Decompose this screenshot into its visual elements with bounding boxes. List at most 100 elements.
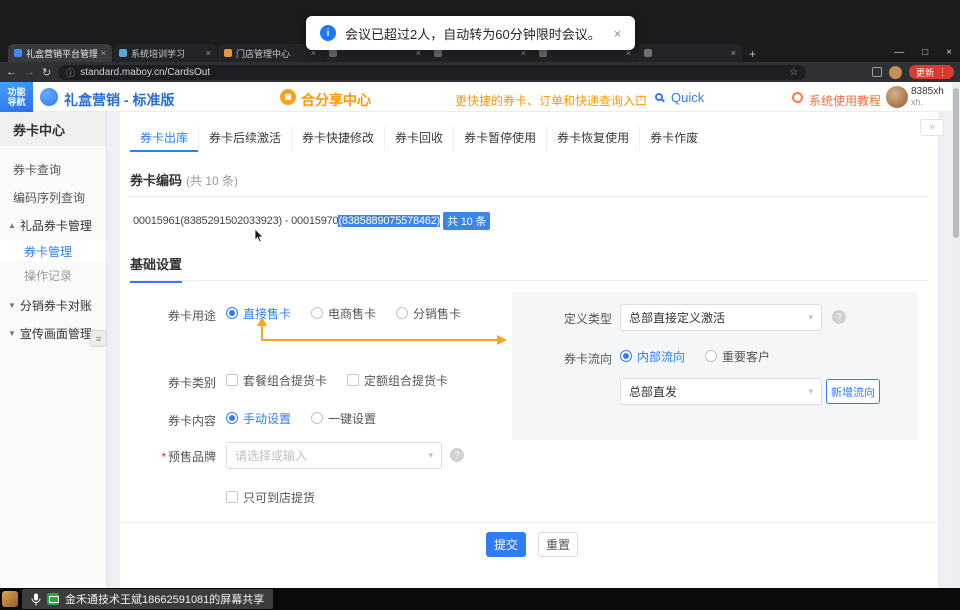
radio-ecommerce-sale[interactable]: 电商售卡 [311,304,376,322]
window-close-button[interactable]: × [946,47,952,58]
section-title: 基础设置 [130,254,182,283]
section-title: 券卡编码 [130,173,182,188]
sidebar-item-label: 分销券卡对账 [20,297,92,314]
tab-close-icon[interactable]: × [101,48,106,58]
sidebar-item-code-sequence-query[interactable]: 编码序列查询 [0,186,106,208]
tab-close-icon[interactable]: × [731,48,736,58]
tab-title: 礼盒营销平台管理中心 [26,47,97,60]
search-icon[interactable] [655,93,663,101]
tab-close-icon[interactable]: × [206,48,211,58]
user-avatar[interactable] [886,86,908,108]
meeting-toast: i 会议已超过2人，自动转为60分钟限时会议。 × [306,16,635,50]
browser-menu-icon[interactable]: ⋮ [938,67,947,78]
code-selected-text: (8385889075578462) [338,215,440,227]
tab-favicon-icon [644,49,652,57]
submit-button[interactable]: 提交 [486,532,526,557]
app-logo[interactable]: 功能 导航 [0,82,33,112]
panel-collapse-button[interactable]: » [920,119,944,136]
refresh-button[interactable]: ↻ [42,66,51,79]
page-scrollbar[interactable] [952,82,960,588]
add-flow-button[interactable]: 新增流向 [826,379,880,404]
browser-profile-avatar[interactable] [889,66,902,79]
flow-select[interactable]: 总部直发 ▾ [620,378,822,405]
share-center-icon [280,89,296,105]
browser-update-button[interactable]: 更新 ⋮ [909,65,954,79]
tab-cards-activate[interactable]: 券卡后续激活 [198,125,291,152]
bookmark-star-icon[interactable]: ☆ [789,67,798,78]
window-maximize-button[interactable]: □ [922,47,928,58]
caret-up-icon: ▲ [8,221,16,230]
tab-favicon-icon [329,49,337,57]
checkbox-icon[interactable] [226,491,238,503]
radio-internal-flow[interactable]: 内部流向 [620,347,685,365]
sidebar-collapse-handle[interactable]: ≡ [90,330,107,347]
brand-select[interactable]: 请选择或输入 ▾ [226,442,442,469]
radio-distribution-sale[interactable]: 分销售卡 [396,304,461,322]
radio-important-customer[interactable]: 重要客户 [705,347,770,365]
quick-search-link[interactable]: Quick [671,90,704,105]
required-asterisk: * [161,450,166,464]
radio-icon[interactable] [396,307,408,319]
tab-favicon-icon [14,49,22,57]
forward-button[interactable]: → [24,66,35,78]
radio-manual-setting[interactable]: 手动设置 [226,409,291,427]
reset-button[interactable]: 重置 [538,532,578,557]
radio-icon[interactable] [311,412,323,424]
option-label: 一键设置 [328,410,376,427]
tab-cards-resume[interactable]: 券卡恢复使用 [546,125,639,152]
tab-cards-void[interactable]: 券卡作废 [639,125,708,152]
brand-help-icon[interactable]: ? [450,448,464,462]
definition-panel: 定义类型 总部直接定义激活 ▾ ? 券卡流向 内部流向 重要客户 总部直发 ▾ [512,292,918,440]
checkbox-icon[interactable] [347,374,359,386]
back-button[interactable]: ← [6,66,17,78]
sidebar-group-distribution-reconcile[interactable]: ▼ 分销券卡对账 [0,294,106,316]
store-pickup-row: 只可到店提货 [226,488,335,506]
browser-tab[interactable]: × [638,44,742,62]
browser-tab-training[interactable]: 系统培训学习 × [113,44,217,62]
tab-cards-recycle[interactable]: 券卡回收 [384,125,453,152]
define-type-select[interactable]: 总部直接定义激活 ▾ [620,304,822,331]
define-type-help-icon[interactable]: ? [832,310,846,324]
browser-tab-main[interactable]: 礼盒营销平台管理中心 × [8,44,112,62]
sidebar-item-card-mgmt[interactable]: 券卡管理 [0,240,106,262]
tutorial-icon [792,92,803,103]
radio-icon[interactable] [620,350,632,362]
sidebar-item-operation-log[interactable]: 操作记录 [0,264,106,286]
tab-cards-quick-edit[interactable]: 券卡快捷修改 [291,125,384,152]
user-info: 8385xh xh. [911,87,944,107]
site-info-icon[interactable]: ⓘ [66,66,75,79]
option-label: 内部流向 [637,348,685,365]
option-label: 分销售卡 [413,305,461,322]
radio-onekey-setting[interactable]: 一键设置 [311,409,376,427]
label-card-usage: 券卡用途 [138,307,216,324]
option-label: 套餐组合提货卡 [243,372,327,389]
checkbox-icon[interactable] [226,374,238,386]
content-tabs: 券卡出库 券卡后续激活 券卡快捷修改 券卡回收 券卡暂停使用 券卡恢复使用 券卡… [130,125,708,152]
checkbox-fixed-combo-card[interactable]: 定额组合提货卡 [347,371,448,389]
radio-icon[interactable] [311,307,323,319]
share-center-link[interactable]: 合分享中心 [301,90,371,110]
radio-icon[interactable] [226,307,238,319]
address-bar[interactable]: ⓘ standard.maboy.cn/CardsOut ☆ [58,65,806,80]
radio-icon[interactable] [705,350,717,362]
extensions-icon[interactable] [872,67,882,77]
sidebar-group-gift-card-mgmt[interactable]: ▲ 礼品券卡管理 [0,214,106,236]
sidebar-item-card-query[interactable]: 券卡查询 [0,158,106,180]
radio-direct-sale[interactable]: 直接售卡 [226,304,291,322]
window-minimize-button[interactable]: — [894,47,904,58]
card-code-range[interactable]: 00015961(8385291502033923) - 00015970 (8… [133,212,490,230]
checkbox-store-pickup-only[interactable]: 只可到店提货 [226,488,315,506]
new-tab-button[interactable]: + [749,46,756,62]
toast-close-icon[interactable]: × [614,26,622,41]
tutorial-link[interactable]: 系统使用教程 [809,92,881,109]
update-label: 更新 [916,66,934,79]
tab-cards-outbound[interactable]: 券卡出库 [130,125,198,152]
tab-cards-pause[interactable]: 券卡暂停使用 [453,125,546,152]
code-count: (共 10 条) [186,174,238,188]
code-text: 00015961(8385291502033923) - 00015970 [133,215,338,227]
chevron-down-icon: ▾ [808,312,813,323]
radio-icon[interactable] [226,412,238,424]
scrollbar-thumb[interactable] [953,88,959,238]
checkbox-package-combo-card[interactable]: 套餐组合提货卡 [226,371,327,389]
tab-favicon-icon [434,49,442,57]
